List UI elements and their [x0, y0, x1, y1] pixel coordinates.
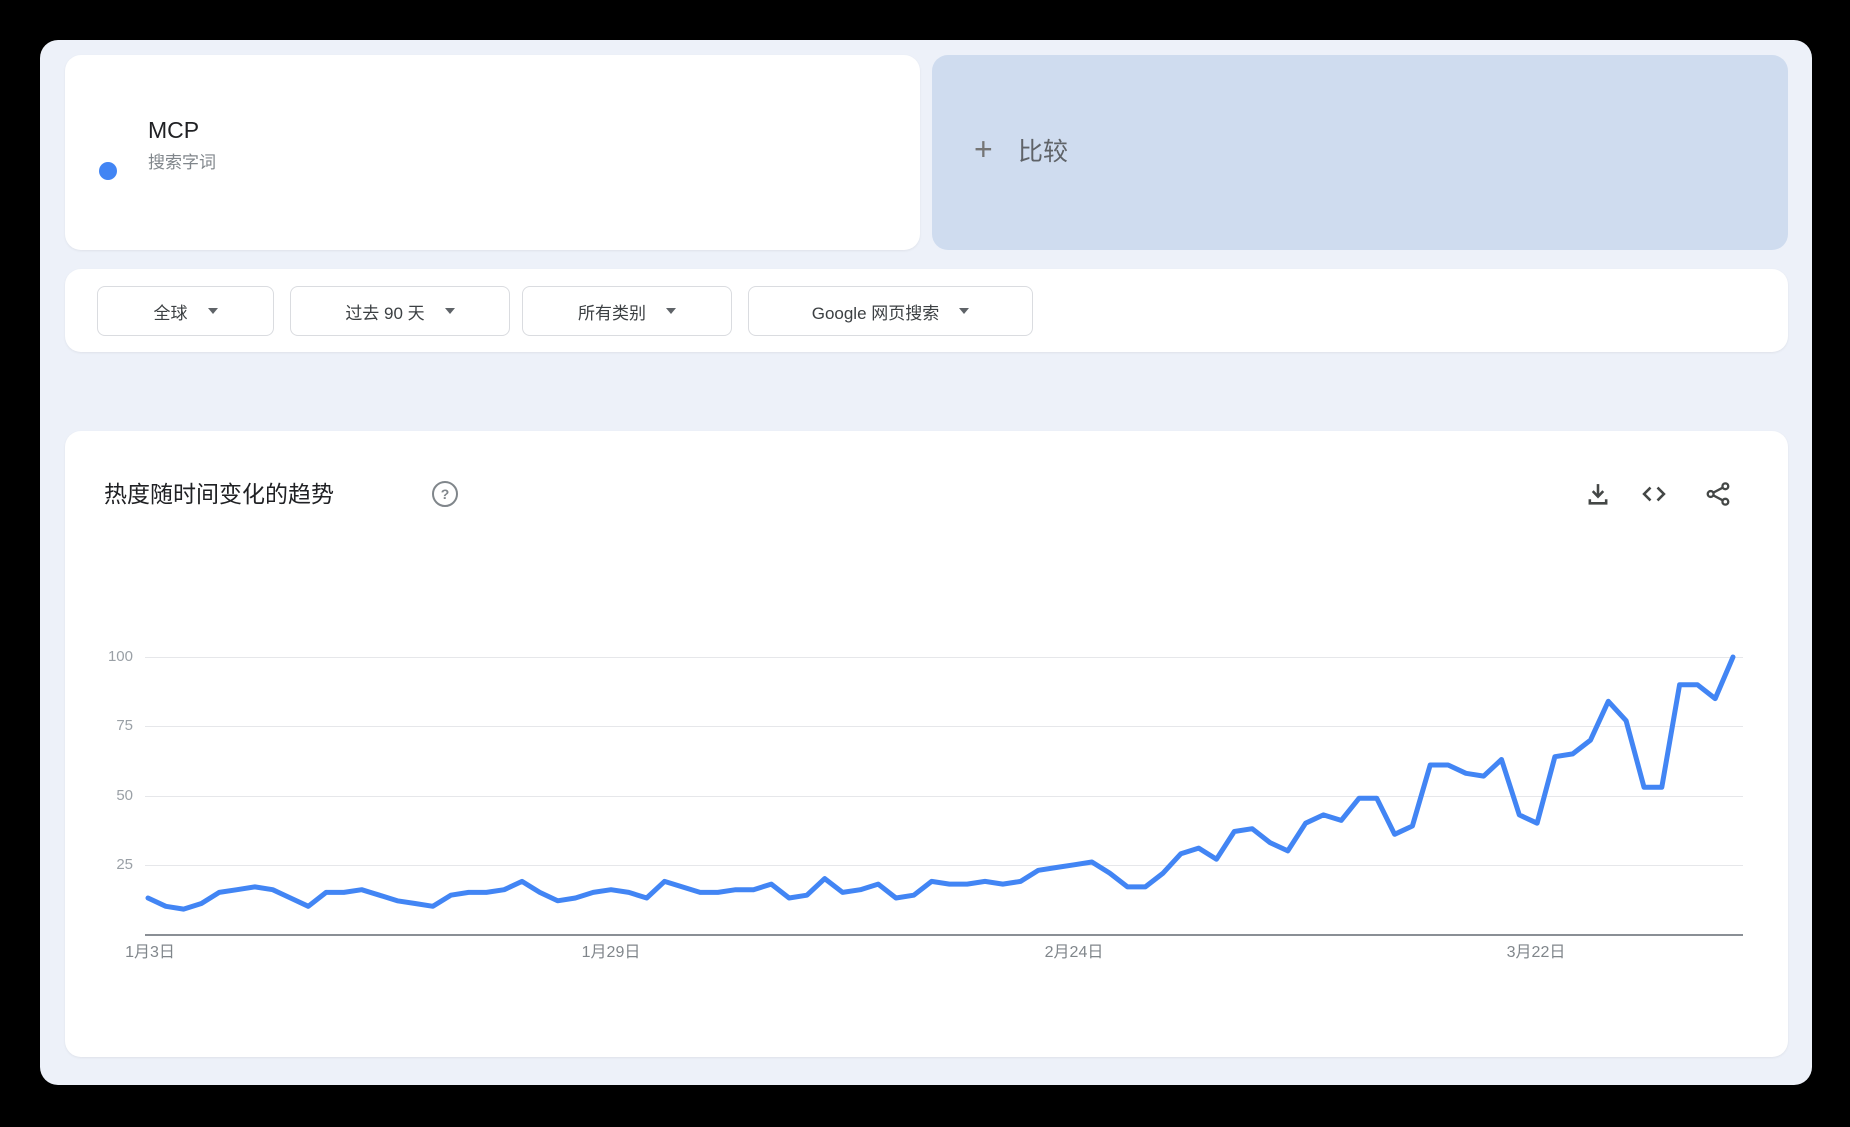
chevron-down-icon — [444, 308, 455, 314]
chevron-down-icon — [207, 308, 218, 314]
chevron-down-icon — [666, 308, 676, 314]
x-tick-feb24: 2月24日 — [1044, 944, 1104, 961]
filter-category-label: 所有类别 — [578, 303, 646, 323]
add-comparison-card[interactable]: + 比较 — [932, 55, 1788, 250]
filter-time-range-chip[interactable]: 过去 90 天 — [290, 286, 510, 336]
chart-title: 热度随时间变化的趋势 — [104, 481, 334, 507]
share-icon[interactable] — [1701, 477, 1735, 511]
trend-line-chart[interactable] — [145, 640, 1743, 940]
y-tick-50: 50 — [116, 787, 133, 804]
x-tick-jan3: 1月3日 — [125, 944, 175, 961]
filter-search-type-label: Google 网页搜索 — [811, 303, 940, 323]
y-tick-75: 75 — [116, 717, 133, 734]
y-tick-25: 25 — [116, 856, 133, 873]
chevron-down-icon — [959, 308, 970, 314]
y-tick-100: 100 — [107, 648, 133, 665]
question-mark: ? — [440, 486, 450, 502]
filter-geo-label: 全球 — [153, 303, 188, 323]
filter-geo-chip[interactable]: 全球 — [97, 286, 274, 336]
filter-bar: 全球 过去 90 天 所有类别 Google 网页搜索 — [65, 269, 1788, 352]
x-tick-mar22: 3月22日 — [1506, 944, 1566, 961]
interest-over-time-card: 热度随时间变化的趋势 ? 100 75 50 25 1月3日 1月29日 2月2… — [65, 431, 1788, 1057]
download-icon[interactable] — [1581, 477, 1615, 511]
filter-category-chip[interactable]: 所有类别 — [522, 286, 732, 336]
help-icon[interactable]: ? — [432, 481, 458, 507]
search-term-type: 搜索字词 — [148, 153, 216, 172]
page-background: MCP 搜索字词 + 比较 全球 过去 90 天 所有类别 Google 网页搜… — [40, 40, 1812, 1085]
filter-time-range-label: 过去 90 天 — [345, 303, 425, 323]
plus-icon: + — [974, 131, 993, 167]
embed-code-icon[interactable] — [1637, 477, 1671, 511]
search-term-card[interactable]: MCP 搜索字词 — [65, 55, 920, 250]
compare-label: 比较 — [1018, 138, 1069, 166]
filter-search-type-chip[interactable]: Google 网页搜索 — [748, 286, 1033, 336]
search-term-label: MCP — [148, 117, 200, 143]
x-tick-jan29: 1月29日 — [581, 944, 641, 961]
trend-line — [145, 654, 1736, 912]
series-color-dot — [99, 162, 117, 180]
